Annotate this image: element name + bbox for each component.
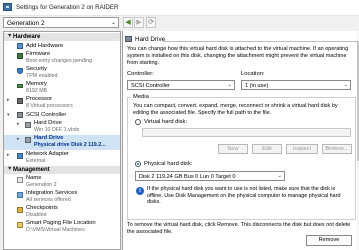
integration-services-icon xyxy=(17,192,23,198)
hard-drive-settings-pane: Hard Drive You can change how this virtu… xyxy=(122,31,359,250)
hard-drive-icon xyxy=(25,137,31,143)
physical-disk-info: If the physical hard disk you want to us… xyxy=(147,186,341,206)
hyper-v-settings-icon xyxy=(3,3,12,11)
refresh-icon[interactable]: ⟳ xyxy=(146,17,156,28)
collapse-arrow-icon[interactable]: ▾ xyxy=(7,112,10,118)
sidebar-item-network-adapter[interactable]: ▸ Network Adapter External xyxy=(4,151,120,165)
firmware-icon xyxy=(17,53,23,59)
collapse-arrow-icon: ▼ xyxy=(7,33,13,39)
attachment-description: You can change how this virtual hard dis… xyxy=(127,46,349,66)
remove-description: To remove the virtual hard disk, click R… xyxy=(127,222,351,235)
physical-hard-disk-label: Physical hard disk: xyxy=(144,161,193,167)
section-hardware[interactable]: ▼ Hardware xyxy=(4,33,120,41)
sidebar-item-smart-paging[interactable]: Smart Paging File Location D:\VMS\Virtua… xyxy=(4,220,120,234)
shield-icon xyxy=(17,68,23,74)
checkpoints-icon xyxy=(17,207,23,213)
chevron-down-icon: ⌄ xyxy=(277,173,282,179)
sidebar-item-hard-drive-2[interactable]: ▸ Hard Drive Physical drive Disk 2 119.2… xyxy=(4,135,120,150)
vm-selector-dropdown[interactable]: Generation 2 ⌄ xyxy=(3,17,119,28)
processor-icon xyxy=(17,98,23,104)
sidebar-item-add-hardware[interactable]: Add Hardware xyxy=(4,42,120,50)
back-arrow-icon[interactable]: ◀ xyxy=(123,17,133,28)
inspect-button[interactable]: Inspect xyxy=(286,144,318,154)
hard-drive-icon xyxy=(25,122,31,128)
edit-button[interactable]: Edit xyxy=(252,144,282,154)
virtual-hard-disk-radio[interactable] xyxy=(135,119,141,125)
physical-hard-disk-radio[interactable] xyxy=(135,161,141,167)
header-divider xyxy=(163,41,359,42)
controller-label: Controller: xyxy=(127,71,154,77)
physical-disk-dropdown[interactable]: Disk 2 119.24 GB Bus 0 Lun 0 Target 0 ⌄ xyxy=(135,171,285,181)
hard-drive-icon xyxy=(125,36,132,42)
scsi-controller-icon xyxy=(17,112,23,118)
sidebar-item-name[interactable]: Name Generation 2 xyxy=(4,175,120,189)
name-tag-icon xyxy=(17,177,23,183)
location-label: Location: xyxy=(241,71,265,77)
new-button[interactable]: New xyxy=(218,144,248,154)
sidebar-item-processor[interactable]: ▸ Processor 8 Virtual processors xyxy=(4,96,120,110)
section-management[interactable]: ▼ Management xyxy=(4,166,120,174)
network-adapter-icon xyxy=(17,153,23,159)
add-hardware-icon xyxy=(17,43,23,49)
virtual-hard-disk-path-input[interactable] xyxy=(142,128,351,137)
controller-dropdown[interactable]: SCSI Controller ⌄ xyxy=(127,80,235,90)
expand-arrow-icon[interactable]: ▸ xyxy=(7,152,10,158)
sidebar-item-firmware[interactable]: Firmware Boot entry changes pending xyxy=(4,51,120,65)
forward-arrow-icon[interactable]: ▶ xyxy=(134,17,144,28)
collapse-arrow-icon: ▼ xyxy=(7,166,13,172)
media-description: You can compact, convert, expand, merge,… xyxy=(133,103,338,116)
sidebar-item-hard-drive-1[interactable]: ▸ Hard Drive Win 10 DFF 1.vhdx xyxy=(4,120,120,134)
folder-icon xyxy=(17,222,23,228)
location-dropdown[interactable]: 1 (in use) ⌄ xyxy=(241,80,351,90)
window-title: Settings for Generation 2 on RAIDER xyxy=(16,4,119,11)
sidebar-item-checkpoints[interactable]: Checkpoints Disabled xyxy=(4,205,120,219)
chevron-down-icon: ⌄ xyxy=(343,82,348,88)
expand-arrow-icon[interactable]: ▸ xyxy=(7,97,10,103)
sidebar-item-integration-services[interactable]: Integration Services All services offere… xyxy=(4,190,120,204)
settings-tree: ▼ Hardware Add Hardware Firmware Boot en… xyxy=(3,31,121,250)
virtual-hard-disk-label: Virtual hard disk: xyxy=(144,119,188,125)
sidebar-item-memory[interactable]: Memory 8192 MB xyxy=(4,81,120,95)
browse-button[interactable]: Browse... xyxy=(322,144,352,154)
info-icon: i xyxy=(136,187,144,195)
sidebar-item-security[interactable]: Security TPM enabled xyxy=(4,66,120,80)
vm-selector-value: Generation 2 xyxy=(7,20,45,27)
chevron-down-icon: ⌄ xyxy=(227,82,232,88)
title-bar: Settings for Generation 2 on RAIDER xyxy=(0,0,359,16)
expand-arrow-icon[interactable]: ▸ xyxy=(17,121,20,127)
chevron-down-icon: ⌄ xyxy=(110,20,116,26)
media-group-label: Media xyxy=(131,94,151,100)
section-header: Hard Drive xyxy=(123,34,359,44)
memory-icon xyxy=(17,84,23,88)
remove-button[interactable]: Remove xyxy=(306,235,352,246)
expand-arrow-icon[interactable]: ▸ xyxy=(17,136,20,142)
page-title: Hard Drive xyxy=(135,36,166,43)
sidebar-item-scsi-controller[interactable]: ▾ SCSI Controller xyxy=(4,111,120,119)
